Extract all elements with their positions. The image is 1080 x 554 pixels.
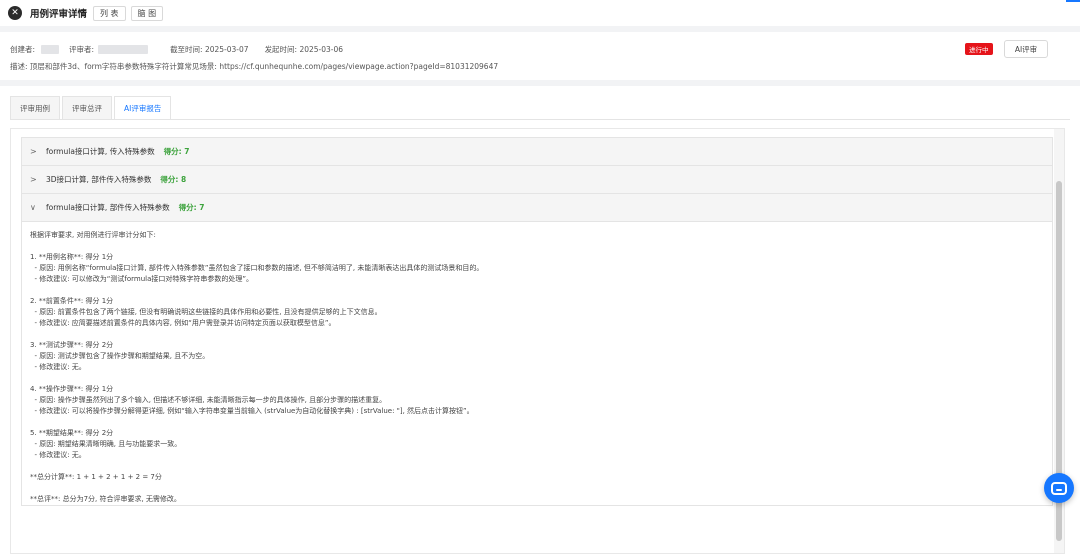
case-item-3d-component[interactable]: > 3D接口计算, 部件传入特殊参数 得分: 8 [22, 166, 1052, 194]
report-line: - 原因: 操作步骤虽然列出了多个输入, 但描述不够详细, 未能清晰指示每一步的… [30, 396, 387, 404]
deadline-text: 截至时间: 2025-03-07 [170, 45, 249, 54]
top-bar: ✕ 用例评审详情 列 表 脑 图 [0, 0, 1080, 26]
report-line: **总评**: 总分为7分, 符合评审要求, 无需修改。 [30, 495, 181, 503]
meta-row: 创建者: 评审者: 截至时间: 2025-03-07 发起时间: 2025-03… [10, 44, 343, 55]
case-title: formula接口计算, 部件传入特殊参数 [46, 203, 170, 212]
report-line: - 修改建议: 应简要描述前置条件的具体内容, 例如“用户需登录并访问特定页面以… [30, 319, 336, 327]
report-line: - 原因: 测试步骤包含了操作步骤和期望结果, 且不为空。 [30, 352, 210, 360]
list-view-button[interactable]: 列 表 [93, 5, 126, 21]
mindmap-view-button[interactable]: 脑 图 [130, 5, 164, 21]
report-blank-line [30, 285, 1052, 296]
case-title: formula接口计算, 传入特殊参数 [46, 147, 155, 156]
case-title: 3D接口计算, 部件传入特殊参数 [46, 175, 152, 184]
report-line: - 修改建议: 可以将操作步骤分解得更详细, 例如“输入字符串变量当前输入 (s… [30, 407, 474, 415]
accent-strip [1066, 0, 1080, 2]
report-line: - 原因: 期望结果清晰明确, 且与功能要求一致。 [30, 440, 182, 448]
report-line: - 原因: 前置条件包含了两个链接, 但没有明确说明这些链接的具体作用和必要性,… [30, 308, 382, 316]
report-blank-line [30, 417, 1052, 428]
report-line: - 原因: 用例名称“formula接口计算, 部件传入特殊参数”虽然包含了接口… [30, 264, 484, 272]
review-info-panel: 创建者: 评审者: 截至时间: 2025-03-07 发起时间: 2025-03… [0, 32, 1080, 80]
chat-support-button[interactable] [1044, 473, 1074, 503]
creator-avatar-placeholder [41, 45, 60, 54]
ai-review-button[interactable]: AI评审 [1004, 40, 1048, 58]
close-icon[interactable]: ✕ [8, 6, 22, 20]
report-blank-line [30, 461, 1052, 472]
report-line: 根据评审要求, 对用例进行评审计分如下: [30, 231, 156, 239]
tab-ai-report[interactable]: AI评审报告 [114, 96, 172, 120]
tab-divider [10, 119, 1070, 120]
chat-icon [1051, 481, 1067, 495]
case-score: 得分: 7 [178, 203, 205, 212]
chevron-right-icon: > [30, 147, 37, 156]
report-line: 4. **操作步骤**: 得分 1分 [30, 385, 114, 393]
report-line: 2. **前置条件**: 得分 1分 [30, 297, 114, 305]
report-blank-line [30, 241, 1052, 252]
reviewer-label: 评审者: [69, 45, 95, 54]
creator-label: 创建者: [10, 45, 36, 54]
report-body: 根据评审要求, 对用例进行评审计分如下: 1. **用例名称**: 得分 1分 -… [22, 222, 1052, 505]
report-line: 1. **用例名称**: 得分 1分 [30, 253, 114, 261]
report-blank-line [30, 483, 1052, 494]
report-line: **总分计算**: 1 + 1 + 2 + 1 + 2 = 7分 [30, 473, 162, 481]
case-score: 得分: 7 [163, 147, 190, 156]
report-blank-line [30, 373, 1052, 384]
report-line: - 修改建议: 无。 [30, 363, 86, 371]
reviewer-names-placeholder [98, 45, 149, 54]
case-item-formula-component[interactable]: ∨ formula接口计算, 部件传入特殊参数 得分: 7 [22, 194, 1052, 222]
description-text: 描述: 顶层和部件3d、form字符串参数特殊字符计算常见场景: https:/… [10, 62, 499, 71]
report-line: - 修改建议: 无。 [30, 451, 86, 459]
start-time-text: 发起时间: 2025-03-06 [264, 45, 344, 54]
chevron-down-icon: ∨ [30, 203, 36, 212]
tab-review-summary[interactable]: 评审总评 [62, 96, 112, 120]
report-line: 3. **测试步骤**: 得分 2分 [30, 341, 114, 349]
page-title: 用例评审详情 [30, 9, 88, 20]
case-score: 得分: 8 [160, 175, 187, 184]
status-badge: 进行中 [965, 43, 993, 55]
case-collapse-list: > formula接口计算, 传入特殊参数 得分: 7 > 3D接口计算, 部件… [21, 137, 1053, 506]
report-blank-line [30, 329, 1052, 340]
main-content: 评审用例 评审总评 AI评审报告 > formula接口计算, 传入特殊参数 得… [0, 86, 1080, 554]
tab-review-cases[interactable]: 评审用例 [10, 96, 60, 120]
report-line: - 修改建议: 可以修改为“测试formula接口对特殊字符串参数的处理”。 [30, 275, 254, 283]
case-item-formula-special[interactable]: > formula接口计算, 传入特殊参数 得分: 7 [22, 138, 1052, 166]
tab-bar: 评审用例 评审总评 AI评审报告 [10, 96, 173, 120]
report-line: 5. **期望结果**: 得分 2分 [30, 429, 114, 437]
ai-report-container: > formula接口计算, 传入特殊参数 得分: 7 > 3D接口计算, 部件… [10, 128, 1065, 554]
chevron-right-icon: > [30, 175, 37, 184]
